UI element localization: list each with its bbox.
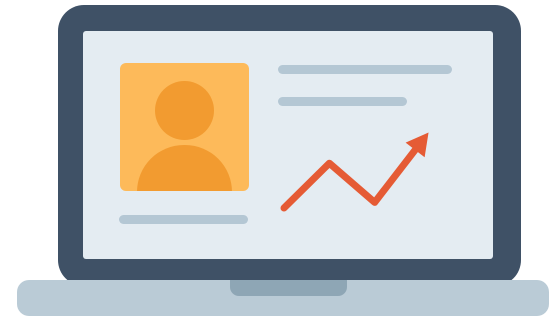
user-avatar-icon-body [137,145,232,191]
laptop-illustration [0,0,549,321]
laptop-base-notch [230,280,347,296]
user-avatar-icon-head [155,81,214,140]
placeholder-text-line-3 [119,215,248,224]
trend-up-arrow-icon [280,132,429,212]
placeholder-text-line-1 [278,65,452,74]
placeholder-text-line-2 [278,97,407,106]
trend-line [280,140,424,212]
profile-avatar-card [120,63,249,191]
